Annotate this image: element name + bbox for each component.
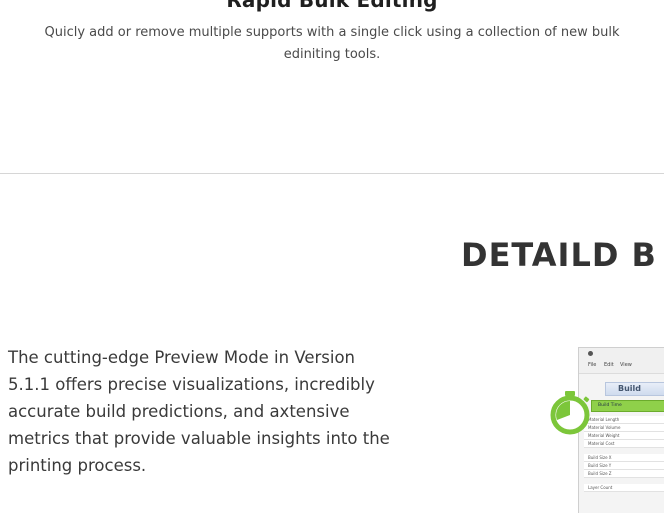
metric-row: Build Size X [584, 454, 664, 462]
metric-row: Build Size Y [584, 462, 664, 470]
metric-row: Build Size Z [584, 470, 664, 478]
feature-description: Quicly add or remove multiple supports w… [44, 25, 620, 62]
menu-file: File [588, 362, 597, 368]
stopwatch-icon [550, 391, 590, 435]
app-logo-icon [588, 351, 593, 356]
menu-view: View [620, 362, 632, 368]
app-menubar: File Edit View [579, 348, 664, 374]
metric-row: Layer Count [584, 484, 664, 492]
build-panel-title: Build [605, 382, 664, 396]
section-divider [0, 173, 664, 174]
metric-row: Material Cost [584, 440, 664, 448]
section-body: The cutting-edge Preview Mode in Version… [8, 348, 390, 475]
build-time-row: Build Time [591, 400, 664, 412]
section-heading: DETAILD B [461, 236, 657, 274]
menu-edit: Edit [604, 362, 614, 368]
feature-title: Rapid Bulk Editing [226, 0, 438, 12]
